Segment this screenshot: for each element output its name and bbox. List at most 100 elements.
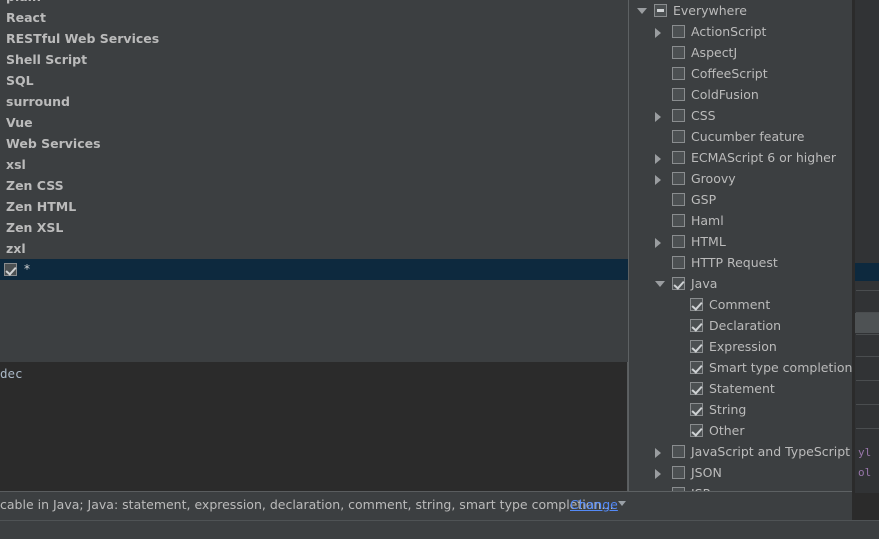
template-group-row[interactable]: Web Services	[0, 133, 628, 154]
context-tree-checkbox[interactable]	[672, 214, 685, 227]
context-tree-checkbox[interactable]	[654, 4, 667, 17]
context-tree-checkbox[interactable]	[672, 445, 685, 458]
context-tree-label: ColdFusion	[691, 87, 759, 102]
context-tree-checkbox[interactable]	[672, 466, 685, 479]
context-selection-popup[interactable]: Everywhere ActionScript AspectJ CoffeeScrip…	[628, 0, 852, 492]
context-tree-row[interactable]: JavaScript and TypeScript	[629, 441, 852, 462]
context-tree-checkbox[interactable]	[672, 487, 685, 491]
chevron-right-icon[interactable]	[655, 238, 661, 248]
context-tree-checkbox[interactable]	[672, 277, 685, 290]
template-group-label: *	[24, 262, 30, 276]
background-editor-selected-row	[855, 263, 879, 281]
context-tree-row[interactable]: HTTP Request	[629, 252, 852, 273]
template-group-row[interactable]: React	[0, 7, 628, 28]
context-tree-checkbox[interactable]	[690, 403, 703, 416]
context-tree-label: HTML	[691, 234, 726, 249]
context-tree-checkbox[interactable]	[690, 424, 703, 437]
template-group-label: Zen HTML	[6, 199, 77, 214]
template-text-editor[interactable]: dec	[0, 362, 628, 492]
chevron-down-icon[interactable]	[618, 501, 626, 506]
template-group-label: React	[6, 10, 46, 25]
chevron-right-icon[interactable]	[655, 448, 661, 458]
template-group-label: Shell Script	[6, 52, 88, 67]
chevron-right-icon[interactable]	[655, 469, 661, 479]
template-group-checkbox[interactable]	[4, 263, 17, 276]
context-tree-checkbox[interactable]	[690, 298, 703, 311]
template-group-label: Vue	[6, 115, 33, 130]
context-tree-row[interactable]: Other	[629, 420, 852, 441]
context-tree-row[interactable]: Cucumber feature	[629, 126, 852, 147]
context-tree-label: Java	[691, 276, 718, 291]
context-tree-checkbox[interactable]	[672, 88, 685, 101]
template-group-row[interactable]: xsl	[0, 154, 628, 175]
context-tree-row[interactable]: ActionScript	[629, 21, 852, 42]
context-tree-checkbox[interactable]	[672, 67, 685, 80]
context-tree-label: Comment	[709, 297, 771, 312]
context-tree-row[interactable]: Groovy	[629, 168, 852, 189]
context-tree-row[interactable]: ColdFusion	[629, 84, 852, 105]
context-tree-label: GSP	[691, 192, 717, 207]
context-tree-checkbox[interactable]	[672, 193, 685, 206]
context-tree-row[interactable]: Expression	[629, 336, 852, 357]
background-row-divider	[856, 428, 879, 429]
context-tree-checkbox[interactable]	[672, 256, 685, 269]
template-group-row[interactable]: Vue	[0, 112, 628, 133]
template-group-row[interactable]: zxl	[0, 238, 628, 259]
context-tree-row[interactable]: Statement	[629, 378, 852, 399]
template-group-label: Web Services	[6, 136, 101, 151]
context-tree-row[interactable]: JSON	[629, 462, 852, 483]
context-tree-checkbox[interactable]	[672, 151, 685, 164]
template-group-row[interactable]: plain	[0, 0, 628, 7]
template-group-row[interactable]: surround	[0, 91, 628, 112]
context-tree-label: JavaScript and TypeScript	[691, 444, 851, 459]
context-tree-checkbox[interactable]	[690, 340, 703, 353]
chevron-right-icon[interactable]	[655, 28, 661, 38]
context-tree-row[interactable]: GSP	[629, 189, 852, 210]
context-tree-label: Smart type completion	[709, 360, 852, 375]
context-tree-row[interactable]: JSP	[629, 483, 852, 491]
background-row-divider	[856, 356, 879, 357]
context-tree-row[interactable]: AspectJ	[629, 42, 852, 63]
context-tree-row[interactable]: Declaration	[629, 315, 852, 336]
context-tree-row[interactable]: HTML	[629, 231, 852, 252]
chevron-down-icon[interactable]	[655, 281, 665, 287]
template-group-row[interactable]: RESTful Web Services	[0, 28, 628, 49]
template-group-row[interactable]: Zen XSL	[0, 217, 628, 238]
template-group-row[interactable]: Zen CSS	[0, 175, 628, 196]
chevron-right-icon[interactable]	[655, 154, 661, 164]
background-row-divider	[856, 334, 879, 335]
context-tree-row[interactable]: String	[629, 399, 852, 420]
context-tree-checkbox[interactable]	[672, 25, 685, 38]
context-tree-label: String	[709, 402, 747, 417]
context-tree-row[interactable]: CoffeeScript	[629, 63, 852, 84]
context-tree-checkbox[interactable]	[672, 130, 685, 143]
context-tree-checkbox[interactable]	[672, 46, 685, 59]
template-group-row[interactable]: Zen HTML	[0, 196, 628, 217]
context-tree-checkbox[interactable]	[672, 235, 685, 248]
context-tree-label: HTTP Request	[691, 255, 778, 270]
background-editor-gutter	[855, 0, 879, 493]
template-group-row[interactable]: SQL	[0, 70, 628, 91]
context-tree-label: Cucumber feature	[691, 129, 805, 144]
context-tree-checkbox[interactable]	[672, 109, 685, 122]
context-tree-row[interactable]: Haml	[629, 210, 852, 231]
chevron-right-icon[interactable]	[655, 175, 661, 185]
template-group-row-selected[interactable]: *	[0, 259, 628, 280]
context-tree-row[interactable]: Comment	[629, 294, 852, 315]
template-group-row[interactable]: Shell Script	[0, 49, 628, 70]
template-group-list[interactable]: plain React RESTful Web Services Shell Scri…	[0, 0, 628, 281]
chevron-down-icon[interactable]	[637, 8, 647, 14]
context-tree-checkbox[interactable]	[690, 361, 703, 374]
context-tree-row[interactable]: Smart type completion	[629, 357, 852, 378]
template-properties-form: eviation: * Description: late text:	[0, 281, 628, 362]
context-tree-checkbox[interactable]	[690, 382, 703, 395]
change-context-link[interactable]: Change	[570, 497, 618, 512]
context-tree-row[interactable]: Java	[629, 273, 852, 294]
chevron-right-icon[interactable]	[655, 112, 661, 122]
context-tree-row[interactable]: CSS	[629, 105, 852, 126]
context-tree-label: Other	[709, 423, 745, 438]
context-tree-row[interactable]: Everywhere	[629, 0, 852, 21]
context-tree-row[interactable]: ECMAScript 6 or higher	[629, 147, 852, 168]
context-tree-checkbox[interactable]	[690, 319, 703, 332]
context-tree-checkbox[interactable]	[672, 172, 685, 185]
